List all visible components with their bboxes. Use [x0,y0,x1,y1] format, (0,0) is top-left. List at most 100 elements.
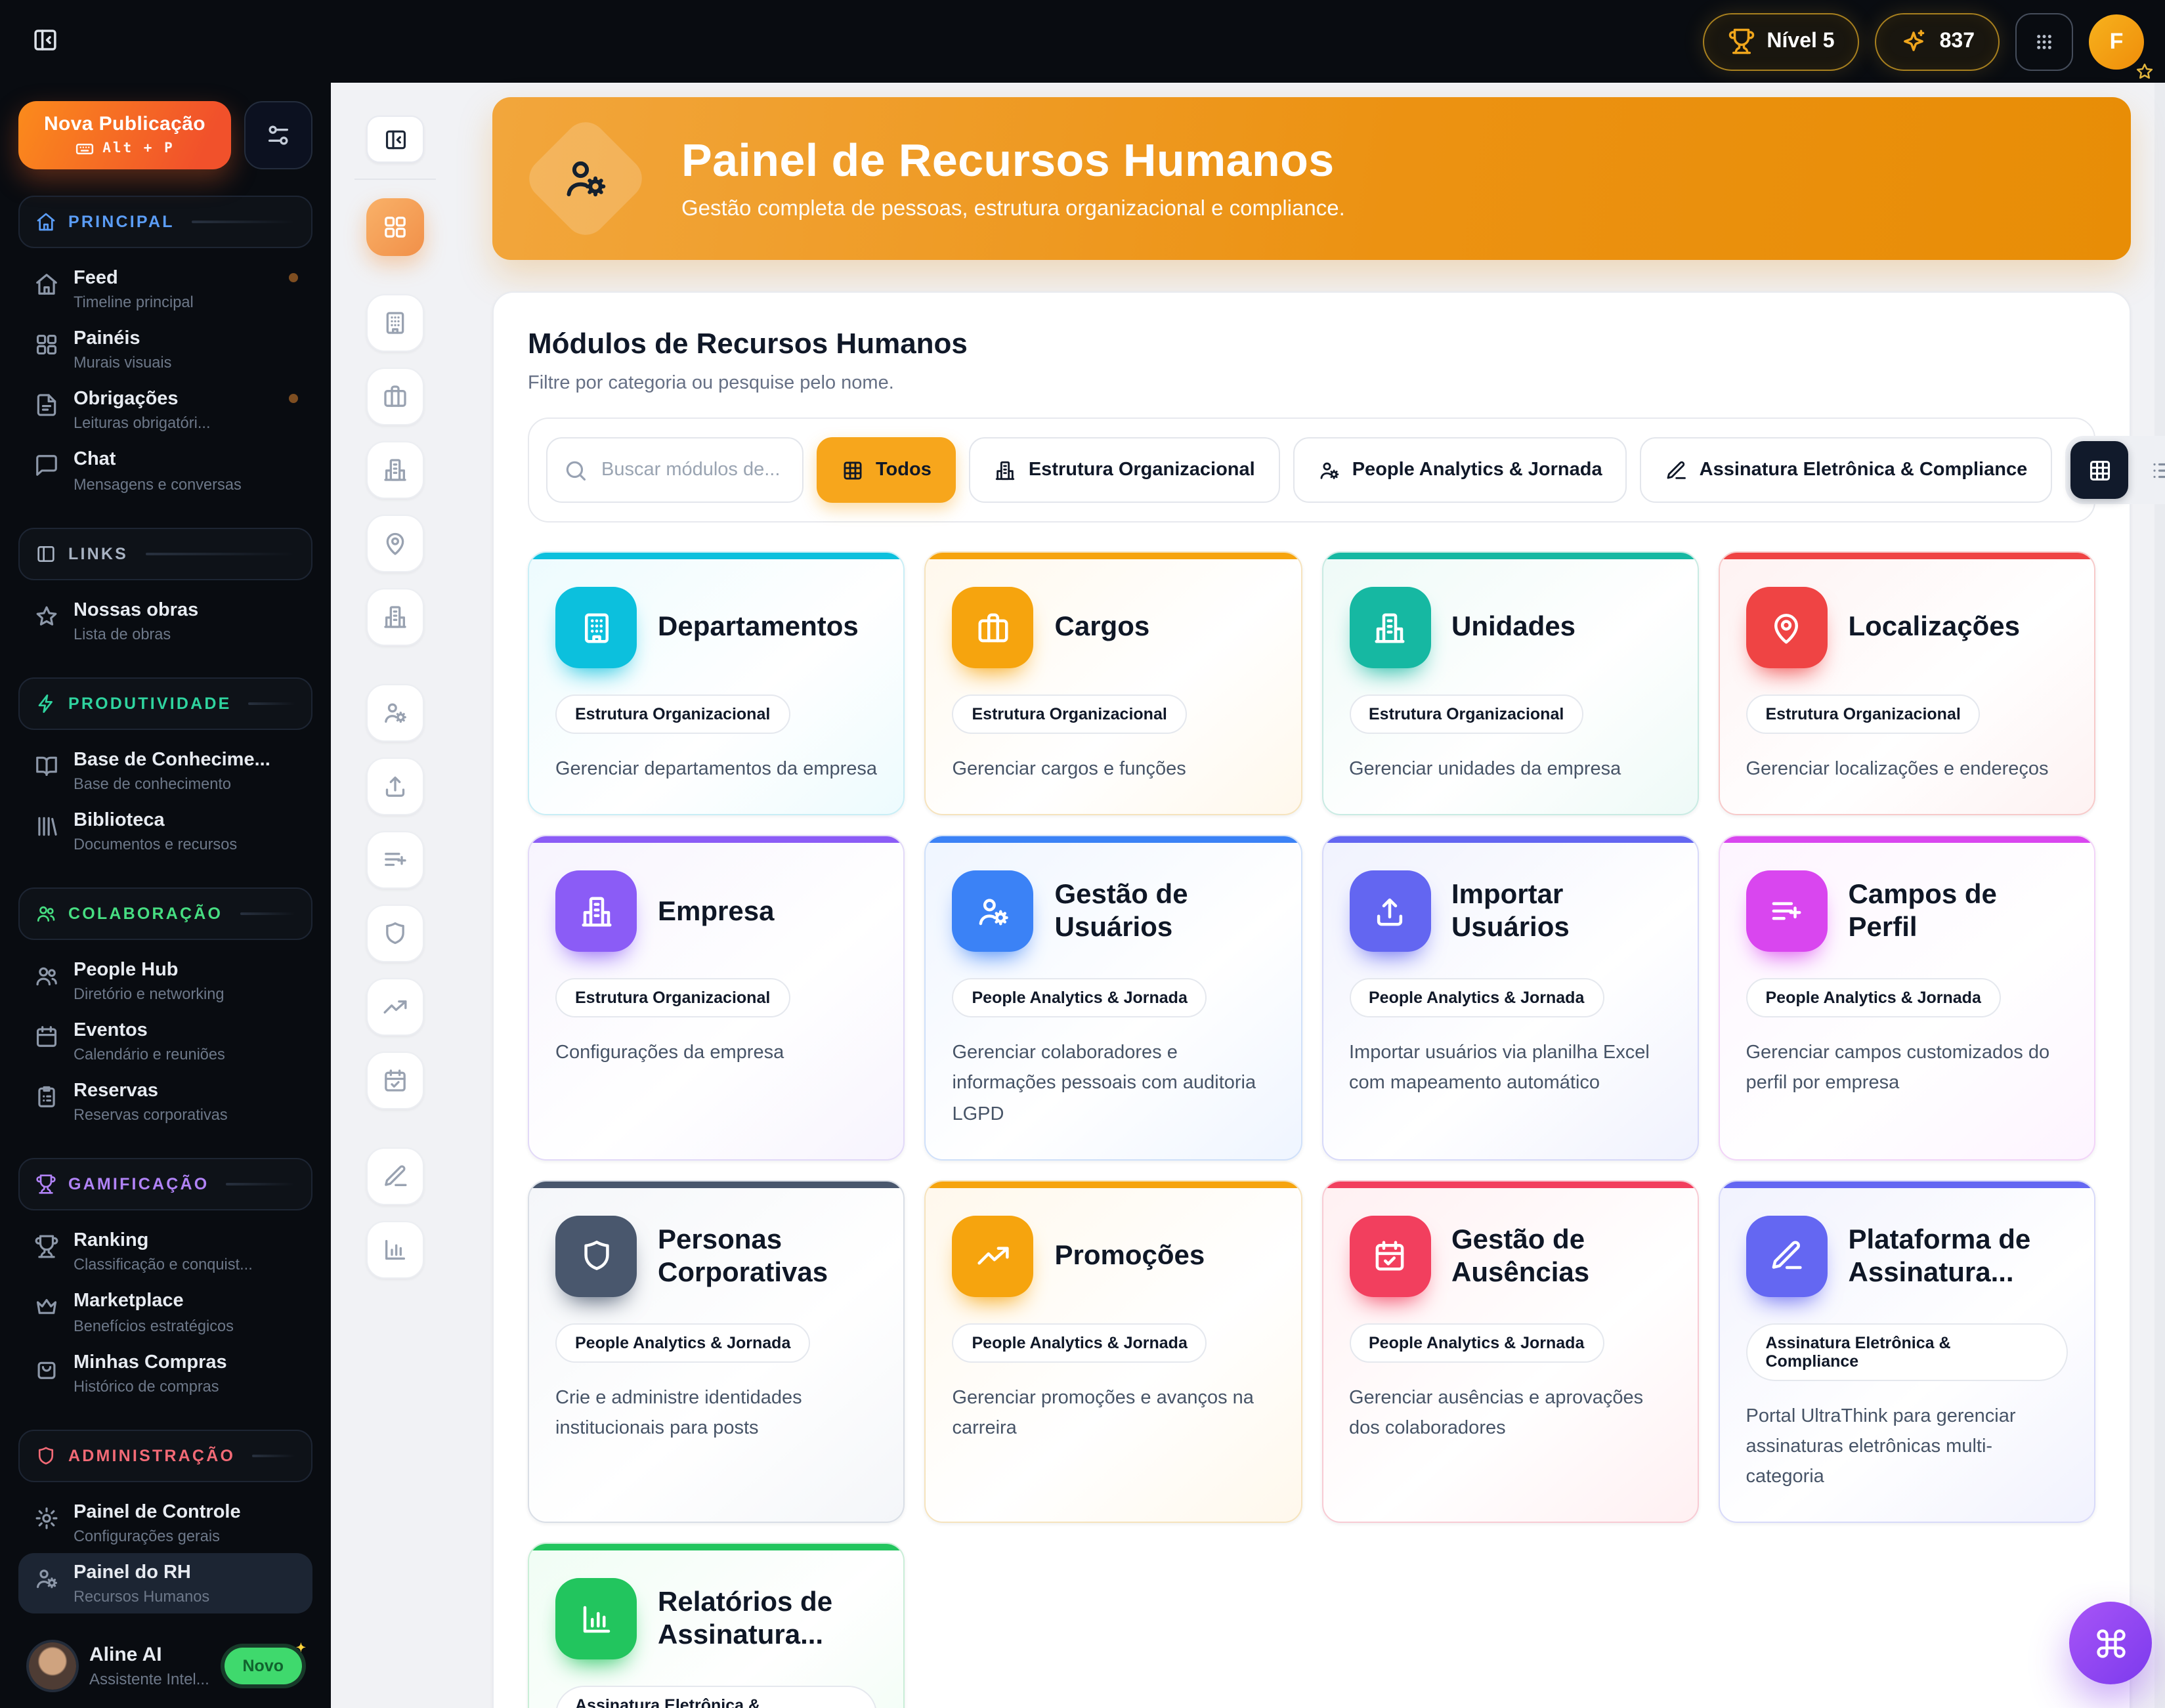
sidebar-item[interactable]: Painel do RH Recursos Humanos [18,1553,312,1613]
rail-module-button[interactable] [366,588,424,646]
module-card[interactable]: Unidades Estrutura Organizacional Gerenc… [1321,551,1699,815]
module-card[interactable]: Promoções People Analytics & Jornada Ger… [925,1180,1302,1524]
chip-label: People Analytics & Jornada [1352,459,1602,480]
sidebar-item-subtitle: Timeline principal [74,293,194,311]
rail-module-button[interactable] [366,368,424,425]
section-label: PRINCIPAL [68,213,175,231]
category-badge: People Analytics & Jornada [1349,1323,1604,1363]
message-icon [34,454,59,479]
sidebar-section-header: PRINCIPAL [18,196,312,248]
rail-module-button[interactable] [366,684,424,742]
sidebar-item-texts: Reservas Reservas corporativas [74,1079,228,1124]
rail-collapse-button[interactable] [366,116,424,163]
rail-module-button[interactable] [366,1221,424,1279]
module-description: Configurações da empresa [555,1038,878,1069]
sidebar-item-subtitle: Classificação e conquist... [74,1256,253,1274]
command-fab-button[interactable] [2069,1602,2152,1684]
sidebar-item[interactable]: Marketplace Benefícios estratégicos [18,1282,312,1342]
trophy-icon [1727,28,1755,55]
module-card[interactable]: Localizações Estrutura Organizacional Ge… [1719,551,2096,815]
module-card[interactable]: Personas Corporativas People Analytics &… [528,1180,905,1524]
module-card[interactable]: Importar Usuários People Analytics & Jor… [1321,835,1699,1160]
trophy-icon [35,1174,56,1195]
sidebar-item[interactable]: Nossas obras Lista de obras [18,590,312,651]
assistant-item[interactable]: Aline AI Assistente Intel... Novo [18,1627,312,1708]
sidebar-item-title: Biblioteca [74,809,237,832]
sidebar-item[interactable]: Painéis Murais visuais [18,319,312,379]
module-icon-tile [953,587,1034,668]
module-card[interactable]: Plataforma de Assinatura... Assinatura E… [1719,1180,2096,1524]
sidebar-item-title: Painel do RH [74,1561,209,1585]
module-card[interactable]: Relatórios de Assinatura... Assinatura E… [528,1543,905,1708]
module-card[interactable]: Cargos Estrutura Organizacional Gerencia… [925,551,1302,815]
sidebar-item-subtitle: Diretório e networking [74,985,225,1003]
level-badge[interactable]: Nível 5 [1702,12,1859,70]
sidebar-item[interactable]: Reservas Reservas corporativas [18,1071,312,1132]
building2-icon [382,604,408,630]
building2-icon [578,893,614,929]
feed-preferences-button[interactable] [244,101,312,169]
sidebar-item[interactable]: Feed Timeline principal [18,259,312,319]
briefcase-icon [975,610,1011,645]
user-avatar[interactable]: F [2089,14,2144,69]
rail-module-button[interactable] [366,294,424,352]
module-search-input[interactable] [599,458,786,482]
category-badge: Estrutura Organizacional [555,978,790,1017]
apps-grid-button[interactable] [2015,12,2073,70]
rail-module-button[interactable] [366,441,424,499]
module-card[interactable]: Gestão de Usuários People Analytics & Jo… [925,835,1302,1160]
rail-module-button[interactable] [366,758,424,815]
sidebar-item[interactable]: Obrigações Leituras obrigatóri... [18,380,312,440]
rail-module-button[interactable] [366,515,424,572]
category-badge: Estrutura Organizacional [1349,694,1583,734]
category-filter-chip[interactable]: Estrutura Organizacional [970,437,1280,503]
user-cog-icon [34,1566,59,1591]
sidebar-item-subtitle: Recursos Humanos [74,1587,209,1606]
rail-module-button[interactable] [366,831,424,889]
panel-left-close-icon [32,26,59,53]
calendar-check-icon [382,1067,408,1094]
sidebar-item[interactable]: Ranking Classificação e conquist... [18,1222,312,1282]
sidebar-item-title: Eventos [74,1019,225,1042]
rail-module-button[interactable] [366,198,424,256]
category-filter-chip[interactable]: People Analytics & Jornada [1293,437,1627,503]
points-badge[interactable]: 837 [1876,12,2000,70]
rail-module-button[interactable] [366,978,424,1036]
module-title: Gestão de Usuários [1055,878,1275,945]
sidebar-item[interactable]: People Hub Diretório e networking [18,950,312,1011]
sidebar-item[interactable]: Base de Conhecime... Base de conheciment… [18,740,312,800]
rail-module-button[interactable] [366,1052,424,1109]
sidebar-item[interactable]: Biblioteca Documentos e recursos [18,801,312,861]
upload-icon [382,773,408,800]
module-card[interactable]: Gestão de Ausências People Analytics & J… [1321,1180,1699,1524]
category-filter-chip[interactable]: Todos [817,437,956,503]
sidebar-item-title: Painel de Controle [74,1500,241,1524]
module-card[interactable]: Campos de Perfil People Analytics & Jorn… [1719,835,2096,1160]
grid-view-icon [2087,458,2112,482]
sidebar-item[interactable]: Chat Mensagens e conversas [18,440,312,501]
new-post-button[interactable]: Nova Publicação Alt + P [18,101,231,169]
sidebar-item[interactable]: Eventos Calendário e reuniões [18,1011,312,1071]
shield-icon [578,1239,614,1274]
topbar: Nível 5 837 F [0,0,2165,83]
module-description: Gerenciar localizações e endereços [1746,755,2069,785]
sidebar-collapse-button[interactable] [32,26,59,57]
list-view-button[interactable] [2133,441,2165,499]
rail-module-button[interactable] [366,1147,424,1205]
sidebar-item[interactable]: Painel de Controle Configurações gerais [18,1492,312,1552]
assistant-name: Aline AI [89,1644,209,1666]
module-card[interactable]: Departamentos Estrutura Organizacional G… [528,551,905,815]
shopping-bag-icon [34,1356,59,1380]
category-filter-chip[interactable]: Assinatura Eletrônica & Compliance [1640,437,2053,503]
module-card[interactable]: Empresa Estrutura Organizacional Configu… [528,835,905,1160]
assistant-texts: Aline AI Assistente Intel... [89,1644,209,1688]
pen-icon [1769,1239,1805,1274]
category-badge: People Analytics & Jornada [555,1323,810,1363]
scrollbar[interactable] [2154,83,2165,1708]
rail-module-button[interactable] [366,905,424,962]
sidebar-item[interactable]: Minhas Compras Histórico de compras [18,1342,312,1403]
user-cog-icon [975,893,1011,929]
grid-view-button[interactable] [2070,441,2128,499]
list-plus-icon [382,847,408,873]
sidebar-item-subtitle: Calendário e reuniões [74,1045,225,1063]
